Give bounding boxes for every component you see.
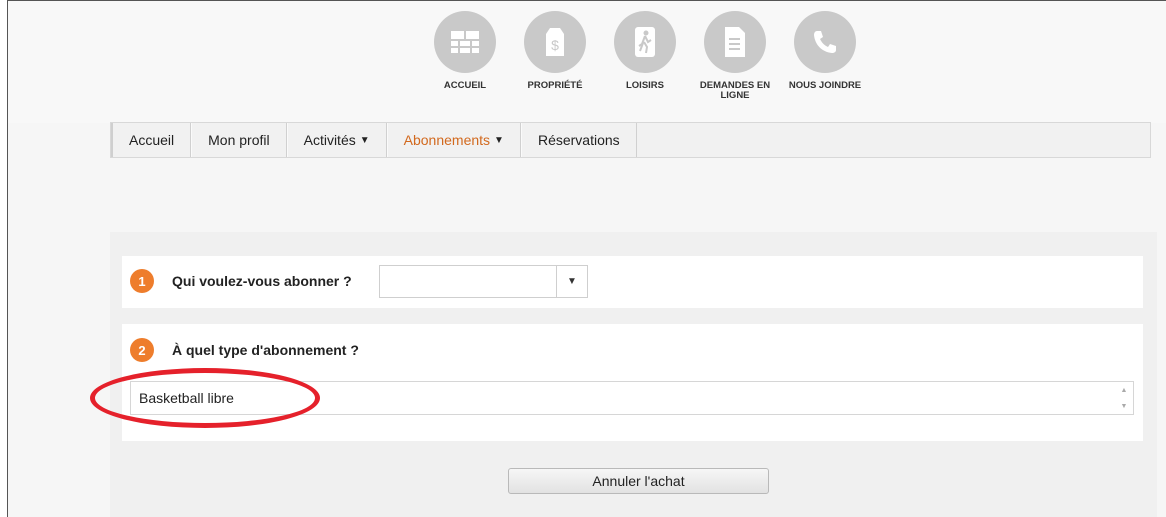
menu-item-activites[interactable]: Activités ▼	[286, 123, 387, 157]
main-menu: Accueil Mon profil Activités ▼ Abonnement…	[110, 122, 1151, 158]
top-nav-label: ACCUEIL	[443, 80, 487, 91]
subscription-option[interactable]: Basketball libre	[139, 390, 234, 406]
header-band: ACCUEIL $ PROPRIÉTÉ LOISIRS DEMANDES EN …	[8, 1, 1166, 123]
subscription-type-list[interactable]: Basketball libre ▲ ▼	[130, 381, 1134, 415]
step-number-badge: 1	[130, 269, 154, 293]
top-nav-loisirs[interactable]: LOISIRS	[600, 11, 690, 101]
step-type: 2 À quel type d'abonnement ? Basketball …	[122, 324, 1143, 441]
step-number-badge: 2	[130, 338, 154, 362]
menu-item-reservations[interactable]: Réservations	[520, 123, 637, 157]
top-nav-label: PROPRIÉTÉ	[527, 80, 583, 91]
storefront-icon	[434, 11, 496, 73]
top-nav-label: DEMANDES EN LIGNE	[699, 80, 771, 101]
menu-item-label: Activités	[303, 132, 356, 148]
top-nav-propriete[interactable]: $ PROPRIÉTÉ	[510, 11, 600, 101]
scroll-arrows-icon[interactable]: ▲ ▼	[1119, 387, 1129, 411]
step-who: 1 Qui voulez-vous abonner ? ▼	[122, 256, 1143, 308]
subscription-form: 1 Qui voulez-vous abonner ? ▼ 2 À quel t…	[110, 232, 1157, 517]
cancel-purchase-button[interactable]: Annuler l'achat	[508, 468, 769, 494]
step-question: Qui voulez-vous abonner ?	[172, 273, 352, 289]
menu-item-label: Mon profil	[208, 132, 270, 148]
top-nav-label: NOUS JOINDRE	[788, 80, 862, 91]
phone-icon	[794, 11, 856, 73]
top-nav-nous-joindre[interactable]: NOUS JOINDRE	[780, 11, 870, 101]
menu-item-label: Abonnements	[403, 132, 491, 148]
top-nav-label: LOISIRS	[625, 80, 664, 91]
running-person-icon	[614, 11, 676, 73]
menu-item-accueil[interactable]: Accueil	[111, 123, 192, 157]
caret-down-icon: ▼	[359, 134, 370, 146]
menu-item-mon-profil[interactable]: Mon profil	[191, 123, 287, 157]
menu-item-label: Réservations	[537, 132, 620, 148]
top-nav-demandes[interactable]: DEMANDES EN LIGNE	[690, 11, 780, 101]
svg-text:$: $	[551, 37, 559, 53]
top-nav: ACCUEIL $ PROPRIÉTÉ LOISIRS DEMANDES EN …	[420, 11, 870, 101]
dropdown-arrow-icon[interactable]: ▼	[557, 266, 587, 297]
top-nav-accueil[interactable]: ACCUEIL	[420, 11, 510, 101]
subscriber-select[interactable]: ▼	[379, 265, 588, 298]
menu-item-label: Accueil	[129, 132, 175, 148]
price-tag-icon: $	[524, 11, 586, 73]
document-icon	[704, 11, 766, 73]
caret-down-icon: ▼	[494, 134, 504, 146]
step-question: À quel type d'abonnement ?	[172, 342, 359, 358]
menu-item-abonnements[interactable]: Abonnements ▼	[386, 123, 521, 157]
